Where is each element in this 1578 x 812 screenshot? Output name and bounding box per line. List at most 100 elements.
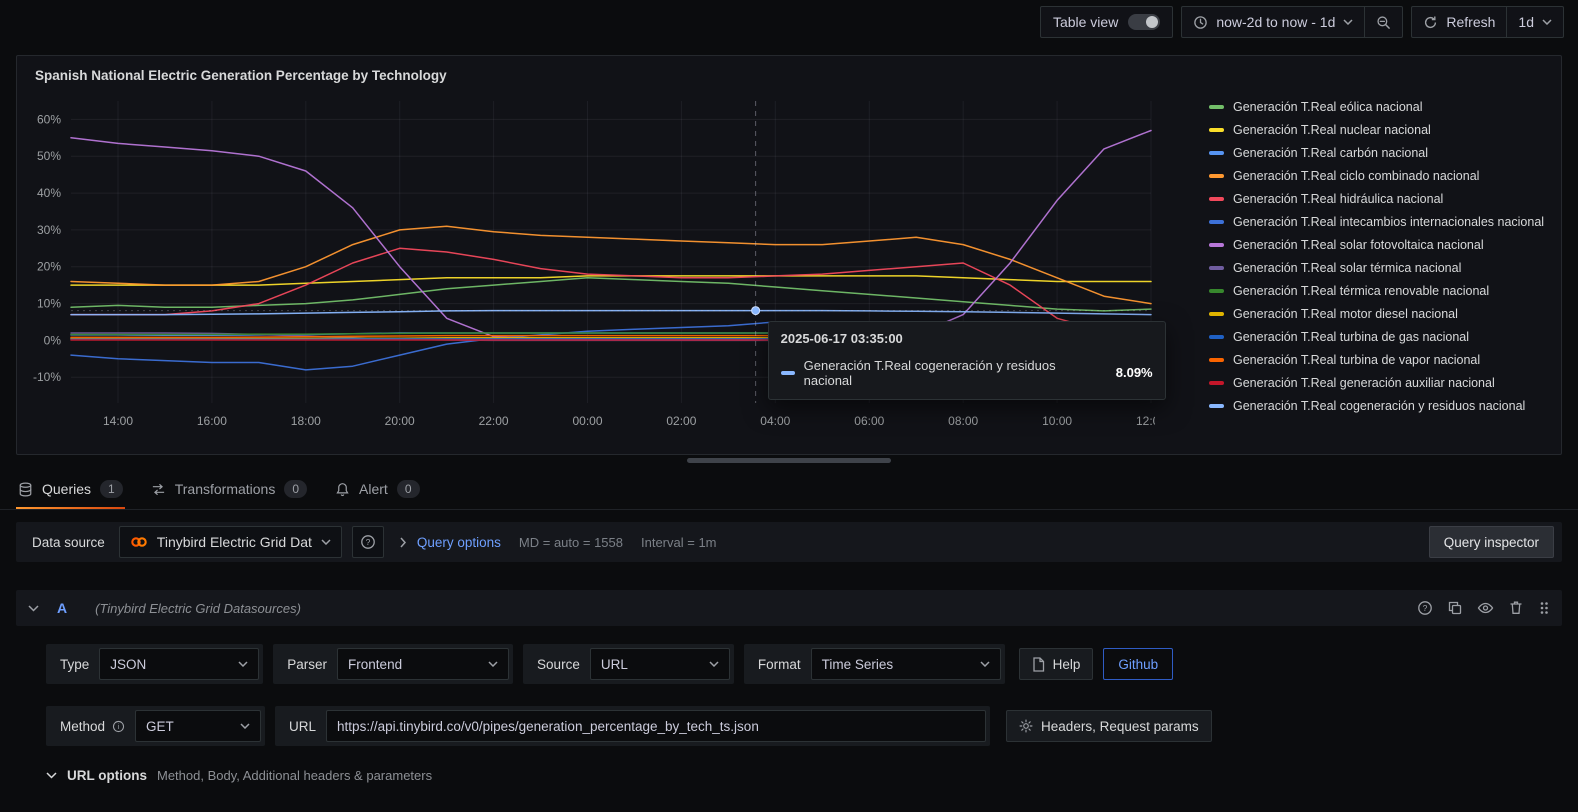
parser-select[interactable]: Frontend [337, 648, 510, 680]
tab-queries[interactable]: Queries 1 [16, 469, 125, 509]
top-bar: Table view now-2d to now - 1d Refresh 1d [0, 0, 1578, 44]
method-select[interactable]: GET [135, 710, 262, 742]
transform-icon [151, 482, 166, 497]
legend-series-swatch [1209, 242, 1224, 247]
tab-transformations[interactable]: Transformations 0 [149, 469, 309, 509]
legend-item[interactable]: Generación T.Real generación auxiliar na… [1209, 371, 1553, 394]
table-view-control: Table view [1039, 6, 1174, 38]
legend-series-label: Generación T.Real generación auxiliar na… [1233, 375, 1495, 390]
query-ref-id[interactable]: A [57, 600, 67, 616]
zoom-out-button[interactable] [1365, 6, 1404, 38]
format-field: Format Time Series [743, 644, 1005, 684]
refresh-icon [1423, 15, 1438, 30]
refresh-label: Refresh [1446, 14, 1496, 30]
legend-item[interactable]: Generación T.Real carbón nacional [1209, 141, 1553, 164]
svg-text:16:00: 16:00 [197, 414, 227, 428]
svg-text:50%: 50% [37, 149, 61, 163]
chart-tooltip: 2025-06-17 03:35:00 Generación T.Real co… [767, 320, 1166, 400]
delete-query-icon[interactable] [1508, 600, 1524, 616]
drag-handle-icon[interactable] [1538, 600, 1550, 616]
tab-alert-count: 0 [396, 480, 420, 498]
svg-text:i: i [118, 723, 120, 730]
chevron-down-icon [1542, 19, 1552, 25]
url-input[interactable] [326, 710, 987, 742]
svg-text:00:00: 00:00 [572, 414, 602, 428]
time-range-picker[interactable]: now-2d to now - 1d [1181, 6, 1366, 38]
refresh-button[interactable]: Refresh [1411, 6, 1508, 38]
toggle-knob [1146, 16, 1159, 28]
legend-item[interactable]: Generación T.Real hidráulica nacional [1209, 187, 1553, 210]
legend-item[interactable]: Generación T.Real nuclear nacional [1209, 118, 1553, 141]
datasource-help-button[interactable]: ? [351, 526, 384, 558]
table-view-toggle[interactable] [1128, 14, 1161, 30]
query-card-header: A (Tinybird Electric Grid Datasources) ? [16, 590, 1562, 626]
query-card-actions: ? [1417, 600, 1550, 616]
svg-text:20:00: 20:00 [385, 414, 415, 428]
scrollbar-thumb[interactable] [687, 458, 891, 463]
svg-text:-10%: -10% [33, 370, 61, 384]
type-field: Type JSON [46, 644, 264, 684]
refresh-group: Refresh 1d [1411, 6, 1564, 38]
tab-queries-count: 1 [100, 480, 123, 498]
legend-series-label: Generación T.Real turbina de vapor nacio… [1233, 352, 1481, 367]
url-options-label: URL options [67, 768, 147, 783]
legend-item[interactable]: Generación T.Real motor diesel nacional [1209, 302, 1553, 325]
type-value: JSON [110, 656, 147, 672]
legend-item[interactable]: Generación T.Real cogeneración y residuo… [1209, 394, 1553, 417]
timeseries-panel: Spanish National Electric Generation Per… [16, 55, 1562, 455]
legend-item[interactable]: Generación T.Real turbina de gas naciona… [1209, 325, 1553, 348]
svg-text:30%: 30% [37, 223, 61, 237]
legend-item[interactable]: Generación T.Real eólica nacional [1209, 95, 1553, 118]
datasource-label: Data source [32, 534, 105, 550]
hide-query-icon[interactable] [1477, 600, 1494, 616]
collapse-query-icon[interactable] [28, 604, 39, 612]
legend-item[interactable]: Generación T.Real solar térmica nacional [1209, 256, 1553, 279]
table-view-label: Table view [1052, 14, 1119, 30]
svg-text:40%: 40% [37, 186, 61, 200]
url-options-toggle[interactable]: URL options Method, Body, Additional hea… [46, 768, 1562, 783]
legend-series-swatch [1209, 196, 1224, 201]
tab-alert[interactable]: Alert 0 [333, 469, 421, 509]
tab-alert-label: Alert [359, 481, 388, 497]
format-select[interactable]: Time Series [810, 648, 1001, 680]
legend-series-swatch [1209, 334, 1224, 339]
svg-text:22:00: 22:00 [479, 414, 509, 428]
help-button[interactable]: Help [1018, 648, 1094, 680]
query-help-icon[interactable]: ? [1417, 600, 1433, 616]
tab-queries-label: Queries [42, 481, 92, 497]
legend-series-swatch [1209, 380, 1224, 385]
parser-label: Parser [287, 656, 328, 672]
source-field: Source URL [523, 644, 734, 684]
legend-series-swatch [1209, 219, 1224, 224]
datasource-picker[interactable]: Tinybird Electric Grid Dat [118, 526, 342, 558]
chart-plot[interactable]: -10% 0% 10% 20% 30% 40% 50% 60% 14:00 16:00 18:00 2… [25, 93, 1166, 441]
legend-item[interactable]: Generación T.Real turbina de vapor nacio… [1209, 348, 1553, 371]
legend-series-label: Generación T.Real hidráulica nacional [1233, 191, 1444, 206]
legend-item[interactable]: Generación T.Real solar fotovoltaica nac… [1209, 233, 1553, 256]
type-select[interactable]: JSON [99, 648, 260, 680]
chevron-down-icon [46, 772, 57, 779]
tooltip-value: 8.09% [1115, 365, 1153, 381]
headers-params-button[interactable]: Headers, Request params [1006, 710, 1212, 742]
legend-item[interactable]: Generación T.Real térmica renovable naci… [1209, 279, 1553, 302]
source-value: URL [600, 656, 628, 672]
github-button[interactable]: Github [1103, 648, 1174, 680]
duplicate-query-icon[interactable] [1447, 600, 1463, 616]
refresh-interval-dropdown[interactable]: 1d [1507, 6, 1564, 38]
gear-icon [1019, 719, 1033, 733]
url-options-hint: Method, Body, Additional headers & param… [157, 768, 433, 783]
refresh-interval-label: 1d [1518, 14, 1534, 30]
svg-text:14:00: 14:00 [103, 414, 133, 428]
query-card-a: A (Tinybird Electric Grid Datasources) ? [16, 590, 1562, 783]
panel-title[interactable]: Spanish National Electric Generation Per… [25, 62, 1553, 93]
max-data-points-text: MD = auto = 1558 [518, 534, 623, 550]
query-inspector-button[interactable]: Query inspector [1428, 526, 1554, 558]
url-label: URL [289, 718, 317, 734]
chevron-down-icon [980, 661, 990, 667]
legend-item[interactable]: Generación T.Real ciclo combinado nacion… [1209, 164, 1553, 187]
source-select[interactable]: URL [589, 648, 730, 680]
legend-series-label: Generación T.Real turbina de gas naciona… [1233, 329, 1470, 344]
database-icon [18, 482, 33, 497]
query-options-toggle[interactable]: Query options [417, 535, 501, 550]
legend-item[interactable]: Generación T.Real intecambios internacio… [1209, 210, 1553, 233]
